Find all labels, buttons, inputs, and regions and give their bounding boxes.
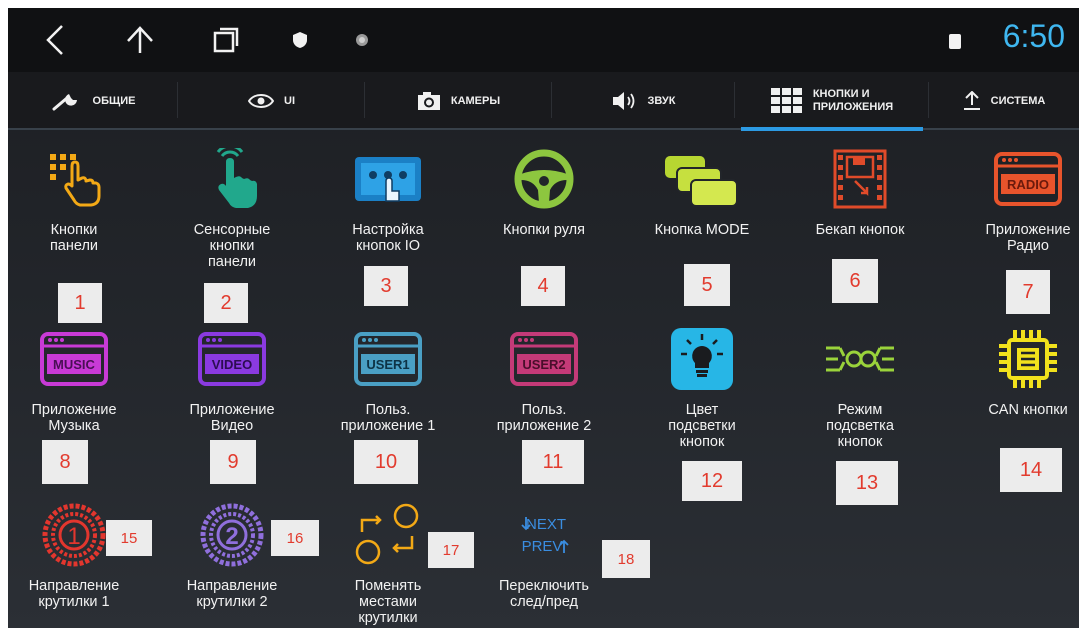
number-badge: 11 bbox=[522, 440, 584, 484]
shield-icon bbox=[280, 20, 320, 60]
recents-icon[interactable] bbox=[206, 20, 246, 60]
clock: 6:50 bbox=[1002, 18, 1065, 54]
tab-buttons-apps[interactable]: КНОПКИ И ПРИЛОЖЕНИЯ bbox=[735, 72, 929, 131]
io-buttons-icon bbox=[348, 146, 428, 212]
svg-text:1: 1 bbox=[67, 523, 80, 550]
item-label: Кнопки панели bbox=[49, 222, 99, 254]
number-badge: 10 bbox=[354, 440, 418, 484]
next-prev-icon: NEXT PREV bbox=[504, 502, 584, 568]
number-badge: 4 bbox=[521, 266, 565, 306]
tab-label: ЗВУК bbox=[647, 94, 676, 107]
item-label: Переключить след/пред bbox=[499, 578, 589, 610]
svg-text:MUSIC: MUSIC bbox=[53, 357, 96, 372]
item-label: Цвет подсветки кнопок bbox=[668, 402, 736, 450]
grid-icon bbox=[770, 88, 802, 113]
radio-app-icon: RADIO bbox=[988, 146, 1068, 212]
sim-icon bbox=[949, 34, 961, 49]
speaker-icon bbox=[612, 92, 634, 110]
knob2-icon: 2 bbox=[192, 502, 272, 568]
item-label: Направление крутилки 2 bbox=[186, 578, 278, 610]
eye-icon bbox=[248, 94, 274, 108]
tab-bar: ОБЩИЕ UI КАМЕРЫ ЗВУК КНОПКИ И ПРИЛОЖЕНИЯ bbox=[8, 72, 1079, 131]
steering-wheel-icon bbox=[504, 146, 584, 212]
tab-label: UI bbox=[284, 94, 295, 107]
number-badge: 3 bbox=[364, 266, 408, 306]
video-app-icon: VIDEO bbox=[192, 326, 272, 392]
svg-text:RADIO: RADIO bbox=[1007, 177, 1049, 192]
tab-general[interactable]: ОБЩИЕ bbox=[8, 72, 178, 130]
item-label: CAN кнопки bbox=[988, 402, 1068, 418]
number-badge: 5 bbox=[684, 264, 730, 306]
item-label: Поменять местами крутилки bbox=[354, 578, 422, 626]
item-label: Приложение Музыка bbox=[31, 402, 117, 434]
number-badge: 8 bbox=[42, 440, 88, 484]
item-label: Направление крутилки 1 bbox=[28, 578, 120, 610]
number-badge: 17 bbox=[428, 532, 474, 568]
item-label: Настройка кнопок IO bbox=[352, 222, 424, 254]
tab-label: ОБЩИЕ bbox=[92, 94, 136, 107]
item-label: Сенсорные кнопки панели bbox=[193, 222, 271, 270]
number-badge: 2 bbox=[204, 283, 248, 323]
mode-icon bbox=[662, 146, 742, 212]
number-badge: 7 bbox=[1006, 270, 1050, 314]
number-badge: 15 bbox=[106, 520, 152, 556]
back-icon[interactable] bbox=[36, 20, 76, 60]
svg-text:VIDEO: VIDEO bbox=[212, 357, 252, 372]
svg-text:NEXT: NEXT bbox=[526, 516, 566, 533]
item-label: Польз. приложение 2 bbox=[496, 402, 592, 434]
user2-app-icon: USER2 bbox=[504, 326, 584, 392]
number-badge: 18 bbox=[602, 540, 650, 578]
tab-label: СИСТЕМА bbox=[990, 94, 1046, 107]
upload-icon bbox=[963, 91, 980, 110]
svg-text:2: 2 bbox=[225, 523, 238, 550]
wrench-icon bbox=[52, 94, 77, 111]
music-app-icon: MUSIC bbox=[34, 326, 114, 392]
item-label: Приложение Видео bbox=[189, 402, 275, 434]
bulb-icon bbox=[662, 326, 742, 392]
item-label: Кнопка MODE bbox=[654, 222, 750, 238]
knob1-icon: 1 bbox=[34, 502, 114, 568]
status-bar: 6:50 bbox=[8, 8, 1079, 72]
home-icon[interactable] bbox=[120, 20, 160, 60]
tab-label: КНОПКИ И ПРИЛОЖЕНИЯ bbox=[812, 88, 894, 113]
svg-text:USER1: USER1 bbox=[366, 357, 409, 372]
item-label: Бекап кнопок bbox=[815, 222, 905, 238]
light-mode-icon bbox=[820, 326, 900, 392]
panel-buttons-icon bbox=[34, 146, 114, 212]
head-unit-screen: 6:50 ОБЩИЕ UI КАМЕРЫ ЗВУК КНОПКИ И ПРИЛО… bbox=[8, 8, 1079, 628]
item-label: Кнопки руля bbox=[503, 222, 585, 238]
chip-icon bbox=[988, 326, 1068, 392]
swap-icon bbox=[348, 502, 428, 568]
item-label: Польз. приложение 1 bbox=[340, 402, 436, 434]
tab-sound[interactable]: ЗВУК bbox=[552, 72, 735, 130]
dot-icon bbox=[342, 20, 382, 60]
svg-text:PREV: PREV bbox=[522, 538, 563, 555]
tab-system[interactable]: СИСТЕМА bbox=[929, 72, 1079, 130]
tab-ui[interactable]: UI bbox=[178, 72, 365, 130]
camera-icon bbox=[417, 92, 440, 110]
item-label: Приложение Радио bbox=[985, 222, 1071, 254]
user1-app-icon: USER1 bbox=[348, 326, 428, 392]
number-badge: 1 bbox=[58, 283, 102, 323]
number-badge: 13 bbox=[836, 461, 898, 505]
tab-label: КАМЕРЫ bbox=[450, 94, 501, 107]
svg-text:USER2: USER2 bbox=[522, 357, 565, 372]
tab-cameras[interactable]: КАМЕРЫ bbox=[365, 72, 552, 130]
touch-icon bbox=[192, 146, 272, 212]
number-badge: 6 bbox=[832, 259, 878, 303]
item-label: Режим подсветка кнопок bbox=[826, 402, 894, 450]
number-badge: 14 bbox=[1000, 448, 1062, 492]
number-badge: 12 bbox=[682, 461, 742, 501]
number-badge: 9 bbox=[210, 440, 256, 484]
number-badge: 16 bbox=[271, 520, 319, 556]
backup-icon bbox=[820, 146, 900, 212]
